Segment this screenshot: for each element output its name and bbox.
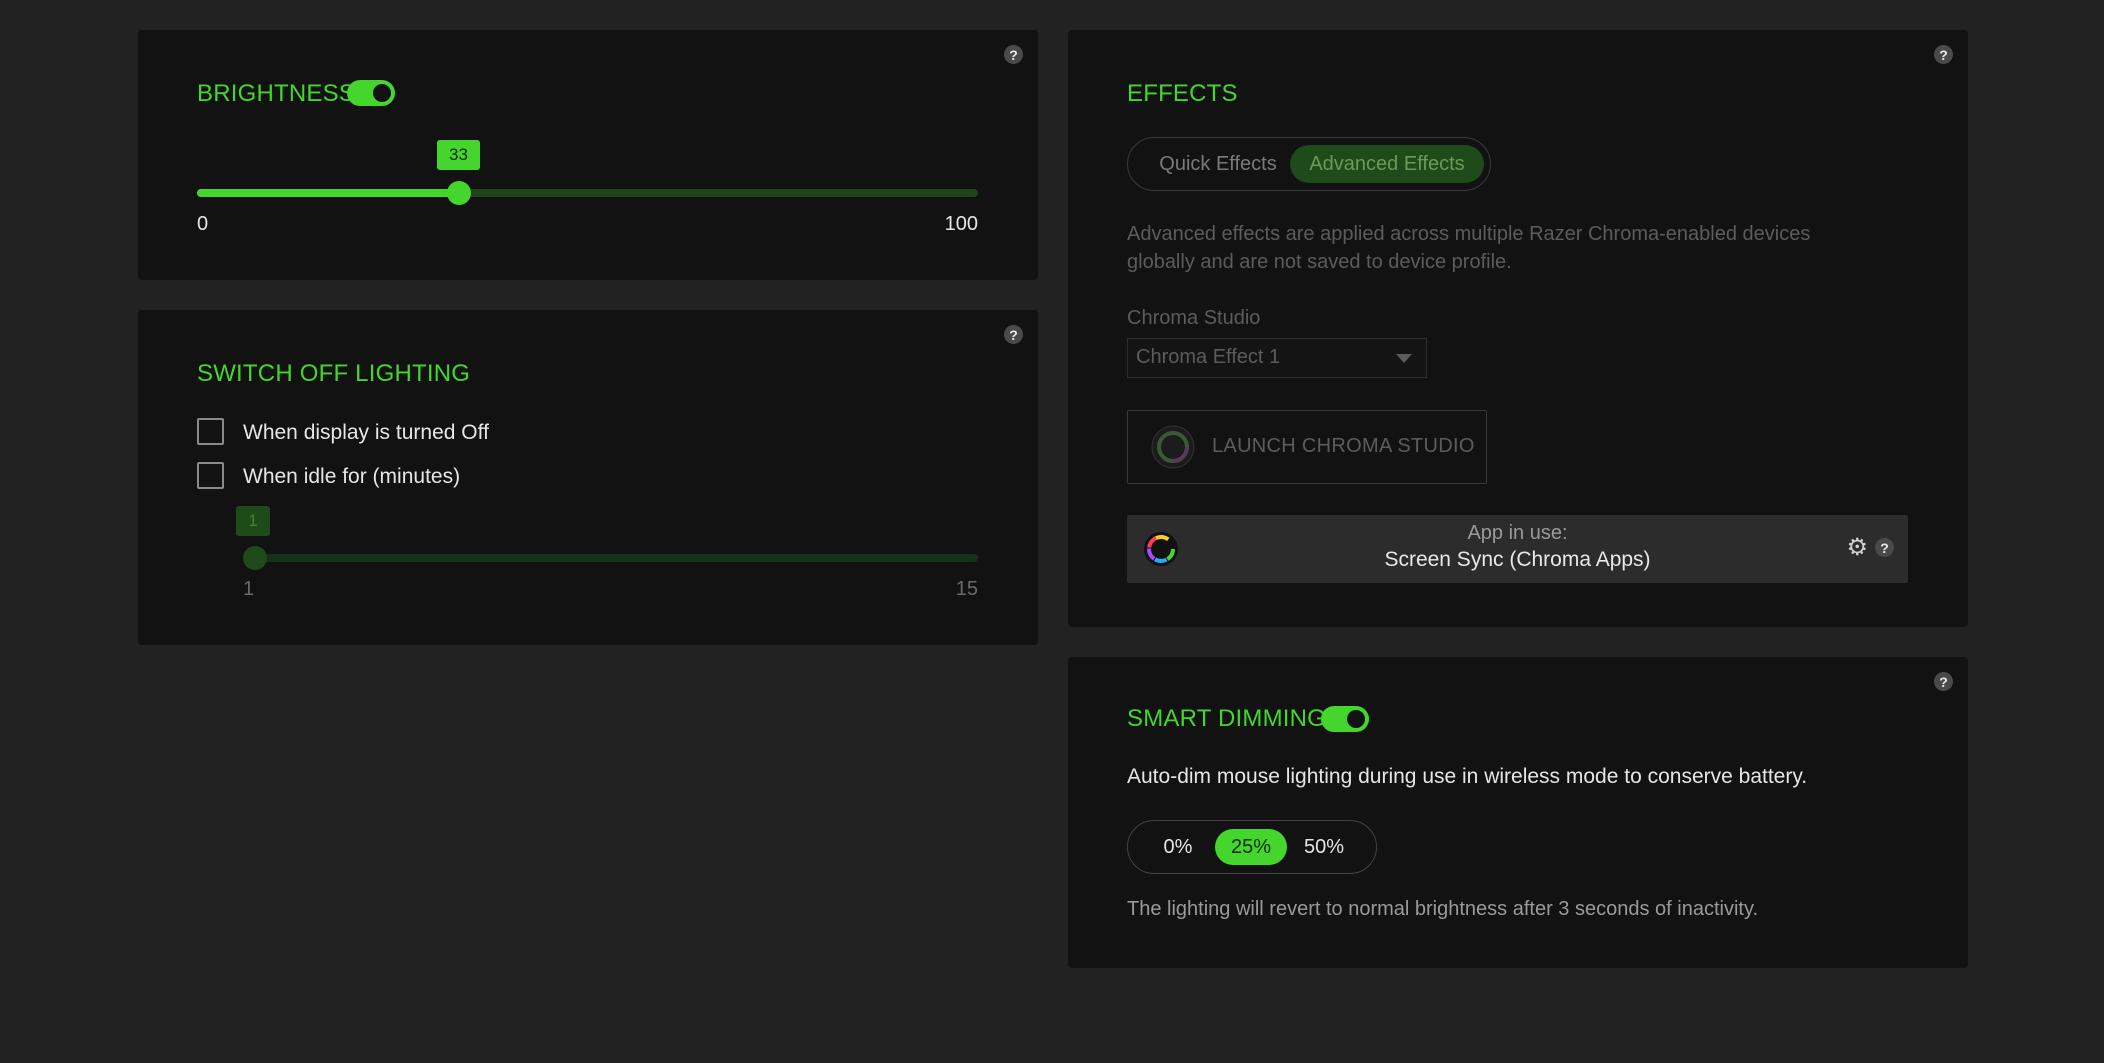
- toggle-knob: [373, 84, 391, 102]
- brightness-toggle[interactable]: [347, 80, 395, 106]
- help-icon[interactable]: ?: [1004, 325, 1023, 344]
- brightness-value-bubble: 33: [437, 140, 480, 170]
- idle-value-bubble: 1: [236, 506, 270, 536]
- chroma-effect-select-value: Chroma Effect 1: [1136, 346, 1281, 368]
- effects-tab-group: Quick Effects Advanced Effects: [1127, 137, 1491, 191]
- switch-off-card: ? SWITCH OFF LIGHTING When display is tu…: [138, 310, 1038, 645]
- brightness-card: ? BRIGHTNESS 33 0 100: [138, 30, 1038, 280]
- display-off-label: When display is turned Off: [243, 421, 489, 444]
- smart-dimming-title: SMART DIMMING: [1127, 705, 1327, 732]
- tab-advanced-effects[interactable]: Advanced Effects: [1290, 145, 1484, 183]
- brightness-min-label: 0: [197, 213, 209, 235]
- idle-min-label: 1: [243, 578, 255, 600]
- toggle-knob: [1347, 710, 1365, 728]
- chroma-studio-label: Chroma Studio: [1127, 307, 1261, 329]
- tab-quick-effects[interactable]: Quick Effects: [1136, 145, 1300, 183]
- brightness-slider-fill: [197, 189, 459, 197]
- chroma-ring-icon: [1151, 425, 1195, 469]
- smart-dimming-card: ? SMART DIMMING Auto-dim mouse lighting …: [1068, 657, 1968, 968]
- effects-description-line2: globally and are not saved to device pro…: [1127, 251, 1512, 273]
- app-in-use-panel: App in use: Screen Sync (Chroma Apps) ⚙ …: [1127, 515, 1908, 583]
- effects-card: ? EFFECTS Quick Effects Advanced Effects…: [1068, 30, 1968, 627]
- display-off-checkbox[interactable]: [197, 418, 224, 445]
- effects-title: EFFECTS: [1127, 80, 1238, 107]
- idle-label: When idle for (minutes): [243, 465, 461, 488]
- dimming-option-50[interactable]: 50%: [1288, 829, 1360, 865]
- brightness-title: BRIGHTNESS: [197, 80, 356, 107]
- smart-dimming-description: Auto-dim mouse lighting during use in wi…: [1127, 765, 1808, 788]
- dimming-option-0[interactable]: 0%: [1142, 829, 1214, 865]
- idle-slider-track[interactable]: [256, 554, 978, 562]
- launch-chroma-studio-button[interactable]: LAUNCH CHROMA STUDIO: [1127, 410, 1487, 484]
- brightness-slider-thumb[interactable]: [447, 181, 471, 205]
- smart-dimming-note: The lighting will revert to normal brigh…: [1127, 898, 1759, 920]
- chevron-down-icon: [1396, 354, 1412, 363]
- app-in-use-label: App in use:: [1467, 522, 1568, 544]
- help-icon[interactable]: ?: [1934, 45, 1953, 64]
- launch-chroma-studio-label: LAUNCH CHROMA STUDIO: [1212, 435, 1475, 457]
- smart-dimming-toggle[interactable]: [1321, 706, 1369, 732]
- help-icon[interactable]: ?: [1875, 538, 1894, 557]
- dimming-level-group: 0% 25% 50%: [1127, 820, 1377, 874]
- dimming-option-25[interactable]: 25%: [1215, 829, 1287, 865]
- idle-checkbox[interactable]: [197, 462, 224, 489]
- idle-max-label: 15: [955, 578, 978, 600]
- effects-description-line1: Advanced effects are applied across mult…: [1127, 223, 1811, 245]
- help-icon[interactable]: ?: [1004, 45, 1023, 64]
- app-in-use-value: Screen Sync (Chroma Apps): [1384, 548, 1651, 571]
- chroma-effect-select[interactable]: Chroma Effect 1: [1127, 338, 1427, 378]
- gear-icon[interactable]: ⚙: [1846, 535, 1868, 561]
- switch-off-title: SWITCH OFF LIGHTING: [197, 360, 471, 387]
- brightness-max-label: 100: [944, 213, 978, 235]
- idle-slider-thumb[interactable]: [243, 546, 267, 570]
- help-icon[interactable]: ?: [1934, 672, 1953, 691]
